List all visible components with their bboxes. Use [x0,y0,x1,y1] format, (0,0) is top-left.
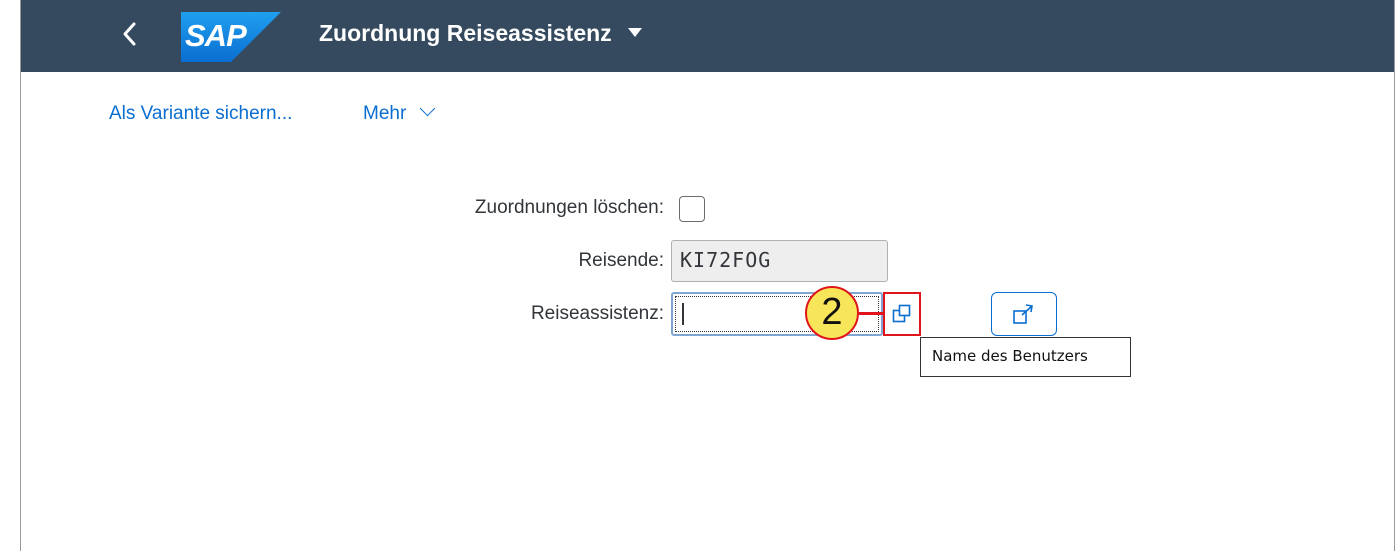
delete-assignments-label: Zuordnungen löschen: [474,197,664,218]
chevron-left-icon [123,22,136,46]
shell-bar: SAP Zuordnung Reiseassistenz [21,0,1394,72]
sap-logo[interactable]: SAP [181,12,281,62]
travel-assistant-label: Reiseassistenz: [530,303,664,324]
app-window: SAP Zuordnung Reiseassistenz Als Variant… [20,0,1395,551]
annotation-connector [859,312,884,315]
value-help-icon [892,304,911,323]
text-cursor [682,303,684,325]
save-variant-link[interactable]: Als Variante sichern... [109,103,292,125]
app-title-menu[interactable]: Zuordnung Reiseassistenz [319,20,643,47]
chevron-down-icon [419,100,435,117]
delete-assignments-checkbox[interactable] [679,196,705,222]
navigate-button[interactable] [991,292,1057,336]
navigation-icon [1013,304,1033,324]
app-title: Zuordnung Reiseassistenz [319,20,612,46]
step-number-badge: 2 [805,286,859,340]
sap-logo-text: SAP [185,18,247,53]
caret-down-icon [628,28,643,38]
traveler-label: Reisende: [578,250,664,271]
more-label: Mehr [363,103,407,124]
value-help-tooltip: Name des Benutzers [920,337,1131,377]
back-button[interactable] [117,14,143,54]
more-menu-button[interactable]: Mehr [363,100,435,125]
value-help-button[interactable] [883,292,921,336]
traveler-field: KI72FOG [671,240,888,282]
